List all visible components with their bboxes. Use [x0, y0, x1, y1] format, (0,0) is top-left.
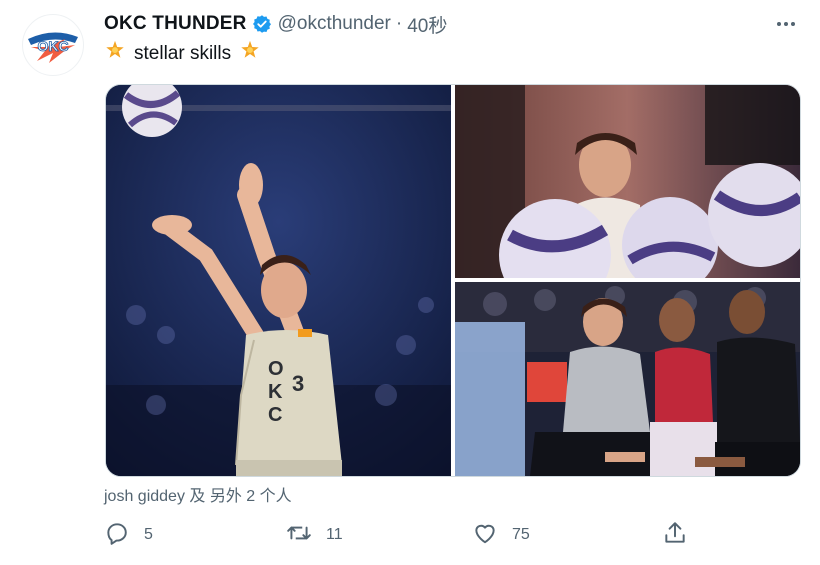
- avatar[interactable]: OKC: [22, 14, 84, 76]
- timestamp[interactable]: 40秒: [407, 11, 447, 38]
- star-icon: [239, 40, 261, 68]
- reply-count: 5: [144, 526, 153, 543]
- handle[interactable]: @okcthunder: [278, 13, 391, 35]
- verified-badge-icon: [252, 14, 272, 34]
- photo-bench[interactable]: [455, 282, 800, 476]
- separator-dot: ·: [395, 13, 403, 34]
- reply-icon: [104, 520, 130, 551]
- action-bar: 5 11 75: [104, 518, 694, 552]
- tweet-body: stellar skills: [134, 43, 232, 64]
- retweet-icon: [286, 520, 312, 551]
- star-icon: [104, 40, 126, 68]
- svg-text:O: O: [268, 358, 284, 380]
- retweet-count: 11: [326, 526, 343, 543]
- retweet-button[interactable]: 11: [286, 518, 343, 552]
- like-count: 75: [512, 526, 530, 543]
- svg-text:K: K: [268, 381, 283, 403]
- like-icon: [472, 520, 498, 551]
- photo-shooter[interactable]: O K C 3: [106, 85, 451, 476]
- photo-closeup[interactable]: [455, 85, 800, 278]
- tagged-people[interactable]: josh giddey 及 另外 2 个人: [104, 482, 292, 506]
- share-button[interactable]: [662, 518, 688, 552]
- display-name[interactable]: OKC THUNDER: [104, 13, 247, 35]
- tweet-text: stellar skills: [104, 40, 261, 68]
- like-button[interactable]: 75: [472, 518, 530, 552]
- okc-thunder-logo: OKC: [28, 32, 78, 63]
- svg-text:3: 3: [292, 371, 304, 396]
- reply-button[interactable]: 5: [104, 518, 153, 552]
- tweet-header: OKC THUNDER @okcthunder · 40秒: [104, 10, 780, 38]
- more-icon[interactable]: [774, 14, 798, 34]
- svg-text:OKC: OKC: [37, 38, 68, 54]
- share-icon: [662, 520, 688, 551]
- svg-text:C: C: [268, 404, 282, 426]
- media-grid: O K C 3: [105, 84, 801, 477]
